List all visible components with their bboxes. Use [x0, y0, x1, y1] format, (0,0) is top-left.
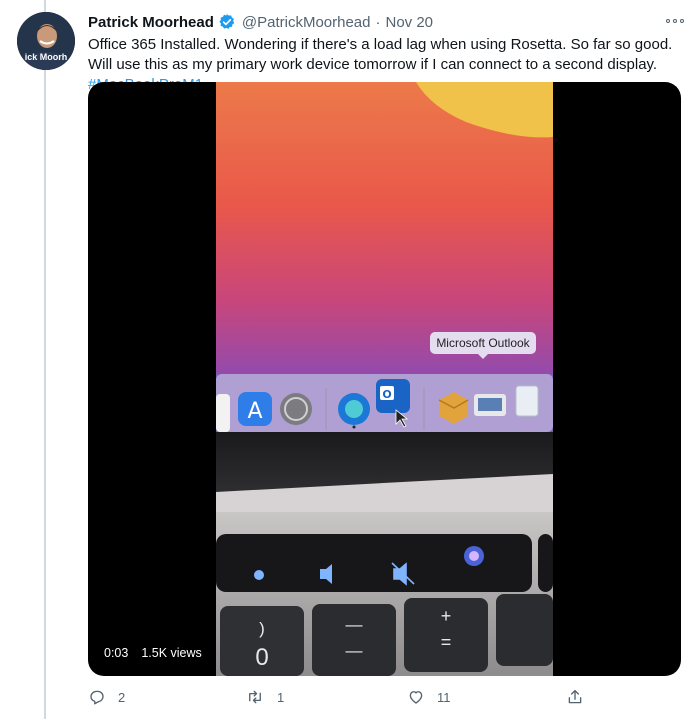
video-timestamp: 0:03 [104, 646, 129, 660]
separator-dot: · [375, 13, 381, 31]
reply-count: 2 [118, 689, 126, 705]
reply-button[interactable]: 2 [88, 688, 125, 706]
share-button[interactable] [566, 687, 584, 707]
key-top-2: — [346, 615, 363, 634]
tweet-actions: 2 1 11 [0, 686, 700, 712]
key-top-1: ) [259, 619, 265, 638]
avatar[interactable]: ick Moorh [17, 12, 75, 70]
key-bottom-1: 0 [255, 644, 268, 671]
video-frame[interactable]: A O Microsoft Outlook) 0 — — + = [216, 82, 553, 676]
tweet-date[interactable]: Nov 20 [386, 14, 434, 31]
author-handle[interactable]: @PatrickMoorhead [242, 14, 371, 31]
like-button[interactable]: 11 [407, 688, 451, 706]
video-meta: 0:03 1.5K views [104, 646, 202, 660]
author-name[interactable]: Patrick Moorhead [88, 14, 214, 31]
retweet-count: 1 [277, 689, 285, 705]
dock-tooltip: Microsoft Outlook [436, 336, 530, 350]
share-icon [568, 689, 582, 704]
retweet-icon [249, 690, 261, 704]
verified-badge-icon [219, 14, 235, 29]
avatar-caption: ick Moorh [24, 52, 68, 62]
heart-icon [409, 691, 423, 704]
thread-line [44, 0, 46, 719]
video-player[interactable]: A O Microsoft Outlook) 0 — — + = 0:03 1… [88, 82, 681, 676]
svg-text:A: A [247, 399, 262, 424]
more-options-icon[interactable] [664, 12, 686, 30]
tweet-header: Patrick Moorhead @PatrickMoorhead · Nov … [88, 11, 433, 33]
reply-icon [90, 690, 104, 705]
key-bottom-3: = [441, 632, 452, 652]
tweet-body: Office 365 Installed. Wondering if there… [88, 36, 673, 73]
brightness-icon[interactable] [254, 570, 264, 580]
key-top-3: + [441, 606, 452, 626]
video-still: A O Microsoft Outlook) 0 — — + = [216, 82, 553, 676]
video-views: 1.5K views [141, 646, 202, 660]
retweet-button[interactable]: 1 [245, 688, 284, 706]
like-count: 11 [437, 689, 451, 705]
key-bottom-2: — [346, 641, 363, 660]
svg-text:O: O [382, 388, 391, 401]
